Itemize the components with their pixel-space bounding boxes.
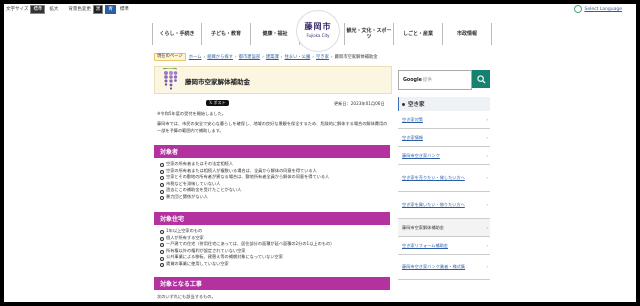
list-item: 一戸建ての住宅（併用住宅にあっては、居住部分の面積が延べ面積の2分の1以上のもの…	[154, 241, 390, 248]
font-size-standard-button[interactable]: 標準	[30, 4, 46, 14]
logo-roman: Fujioka City	[306, 33, 330, 38]
sidebar-item-reform-subsidy[interactable]: 空き家リフォーム補助金	[398, 237, 490, 255]
nav-left: くらし・手続き 子ども・教育 健康・福祉	[152, 23, 300, 45]
nav-item-living[interactable]: くらし・手続き	[152, 23, 201, 45]
breadcrumb: 現在のページ ホーム › 組織から探す › 都市建設部 › 建築課 › 住まい・公園 › …	[154, 53, 378, 61]
list-item: 暴力団と関係がない人	[154, 194, 390, 201]
bullet-icon	[402, 102, 405, 106]
background-standard-button[interactable]: 標準	[117, 5, 131, 13]
wisteria-icon	[162, 68, 178, 90]
section-heading-eligible-houses: 対象住宅	[154, 212, 390, 225]
language-selector[interactable]: Select Language	[574, 5, 622, 13]
font-size-large-button[interactable]: 拡大	[47, 5, 61, 13]
current-page-label: 現在のページ	[154, 53, 186, 61]
sidebar-heading: 空き家	[398, 97, 490, 111]
list-item: 賃貸の事業に使用していない空家	[154, 261, 390, 268]
search-input[interactable]: Google提供	[398, 70, 472, 90]
font-size-label: 文字サイズ	[6, 7, 29, 12]
section-heading-eligible-work: 対象となる工事	[154, 277, 390, 290]
search-icon	[476, 74, 486, 84]
sidebar-item-buy-borrow[interactable]: 空き家を買いたい・借りたい方へ	[398, 192, 490, 219]
search-button[interactable]	[472, 70, 490, 88]
page-title-box: 藤岡市空家解体補助金	[154, 66, 392, 94]
sidebar-list: 空き家対策 空き家情報 藤岡市空き家バンク 空き家を売りたい・貸したい方へ 空き…	[398, 111, 490, 280]
eligible-houses-list: 1年以上空家のもの 個人が所有する空家 一戸建ての住宅（併用住宅にあっては、居住…	[154, 228, 390, 268]
list-item: 公共事業による移転、建替え等の補償対象になっていない空家	[154, 254, 390, 261]
work-note: 次のいずれにも該当するもの。	[157, 294, 216, 299]
breadcrumb-current: 藤岡市空家解体補助金	[334, 55, 378, 60]
nav-item-tourism[interactable]: 観光・文化・スポーツ	[344, 23, 393, 45]
sidebar-item-vacant-measures[interactable]: 空き家対策	[398, 111, 490, 129]
logo-kanji: 藤岡市	[304, 22, 332, 31]
notice-text: ※令和5年度の受付を開始しました。	[157, 111, 226, 116]
breadcrumb-link[interactable]: 建築課	[266, 54, 279, 60]
x-post-button[interactable]: 𝕏 ポスト	[206, 100, 229, 106]
section-heading-eligible-persons: 対象者	[154, 145, 390, 158]
search-provider-label: 提供	[422, 78, 432, 83]
language-label: Select Language	[584, 6, 622, 12]
page: 文字サイズ 標準 拡大 背景色変更 黒 青 標準 Select Language…	[4, 4, 636, 302]
sidebar: 空き家 空き家対策 空き家情報 藤岡市空き家バンク 空き家を売りたい・貸したい方…	[398, 97, 490, 280]
social-share: 𝕏 ポスト	[206, 100, 229, 106]
breadcrumb-link[interactable]: 住まい・公園	[285, 54, 311, 60]
sidebar-item-bank-forms[interactable]: 藤岡市空き家バンク業者・様式集	[398, 255, 490, 280]
breadcrumb-link[interactable]: 都市建設部	[239, 54, 260, 60]
site-logo[interactable]: 藤岡市 Fujioka City	[296, 10, 340, 52]
nav-item-health[interactable]: 健康・福祉	[250, 23, 300, 45]
nav-item-children[interactable]: 子ども・教育	[201, 23, 250, 45]
breadcrumb-link[interactable]: 空き家	[316, 54, 329, 60]
intro-text: 藤岡市では、市民の安全で安心な暮らしを確保し、地域の良好な景観を保全するため、危…	[157, 121, 388, 133]
sidebar-item-demolition-subsidy[interactable]: 藤岡市空家解体補助金	[398, 219, 490, 237]
background-color-label: 背景色変更	[68, 7, 91, 12]
background-blue-button[interactable]: 青	[105, 4, 116, 14]
sidebar-item-vacant-bank[interactable]: 藤岡市空き家バンク	[398, 147, 490, 165]
list-item: 1年以上空家のもの	[154, 228, 390, 235]
breadcrumb-link[interactable]: 組織から探す	[207, 54, 233, 60]
list-item: 空家とその敷地の所有者が異なる場合は、敷地所有者全員から解体の同意を得ている人	[154, 174, 390, 181]
sidebar-item-vacant-info[interactable]: 空き家情報	[398, 129, 490, 147]
background-black-button[interactable]: 黒	[92, 4, 104, 14]
updated-date: 更新日：2023年01月06日	[334, 101, 385, 106]
breadcrumb-link[interactable]: ホーム	[189, 54, 202, 60]
eligible-persons-list: 空家の所有者またはその法定相続人 空家の所有者または相続人が複数いる場合は、全員…	[154, 161, 390, 201]
list-item: 過去にこの補助金を受けたことがない人	[154, 187, 390, 194]
globe-icon	[574, 5, 583, 13]
list-item: 空家の所有者またはその法定相続人	[154, 161, 390, 168]
nav-item-work[interactable]: しごと・産業	[393, 23, 442, 45]
google-brand: Google	[403, 78, 422, 83]
nav-item-government[interactable]: 市政情報	[442, 23, 492, 45]
nav-right: 観光・文化・スポーツ しごと・産業 市政情報	[344, 23, 492, 45]
sidebar-item-sell-rent[interactable]: 空き家を売りたい・貸したい方へ	[398, 165, 490, 192]
page-title: 藤岡市空家解体補助金	[185, 78, 250, 86]
